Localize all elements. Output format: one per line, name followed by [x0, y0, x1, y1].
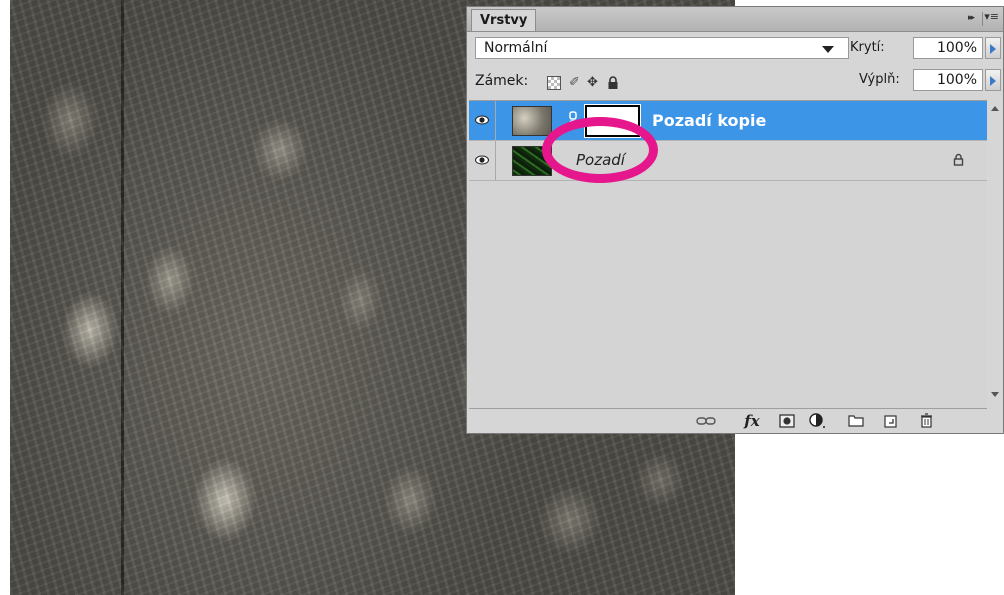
lock-label: Zámek:: [475, 73, 529, 89]
fill-label: Výplň:: [859, 72, 900, 87]
lock-all-icon[interactable]: [607, 76, 621, 90]
blend-mode-select[interactable]: Normální: [475, 37, 849, 59]
link-layers-icon[interactable]: [695, 412, 717, 429]
scroll-up-icon[interactable]: [991, 106, 999, 111]
lock-transparency-icon[interactable]: [547, 76, 561, 90]
fx-icon[interactable]: fx: [740, 412, 764, 430]
panel-menu-icon[interactable]: ▾≡: [984, 10, 999, 23]
blend-mode-value: Normální: [484, 40, 548, 56]
lock-position-icon[interactable]: ✥: [587, 76, 601, 90]
fill-input[interactable]: 100%: [913, 69, 983, 91]
visibility-toggle[interactable]: [469, 141, 496, 180]
layer-name[interactable]: Pozadí kopie: [652, 111, 766, 130]
opacity-input[interactable]: 100%: [913, 37, 983, 59]
folder-icon[interactable]: [847, 412, 865, 429]
annotation-circle: [542, 117, 658, 183]
eye-icon: [475, 115, 489, 125]
opacity-label: Krytí:: [850, 40, 885, 55]
eye-icon: [475, 155, 489, 165]
divider: [982, 12, 983, 26]
layers-panel: Vrstvy ▸▸ ▾≡ Normální Krytí: 100% Zámek:…: [466, 6, 1004, 434]
lock-pixels-icon[interactable]: ✐: [569, 76, 583, 90]
collapse-panel-icon[interactable]: ▸▸: [968, 13, 975, 23]
layers-scrollbar[interactable]: [987, 100, 1003, 407]
tab-layers[interactable]: Vrstvy: [471, 9, 537, 31]
panel-tab-bar: Vrstvy ▸▸ ▾≡: [467, 7, 1003, 32]
layer-thumbnail[interactable]: [512, 106, 552, 136]
layers-toolbar: fx: [467, 408, 1003, 433]
visibility-toggle[interactable]: [469, 101, 496, 140]
fill-slider-button[interactable]: [985, 69, 1001, 91]
chevron-down-icon: [822, 46, 834, 53]
opacity-slider-button[interactable]: [985, 37, 1001, 59]
add-mask-icon[interactable]: [777, 412, 797, 429]
new-layer-icon[interactable]: [882, 412, 900, 429]
lock-icon: [953, 153, 964, 166]
photo-seam: [121, 0, 124, 595]
trash-icon[interactable]: [917, 412, 935, 429]
scroll-down-icon[interactable]: [991, 392, 999, 397]
adjustment-layer-icon[interactable]: [807, 412, 829, 429]
